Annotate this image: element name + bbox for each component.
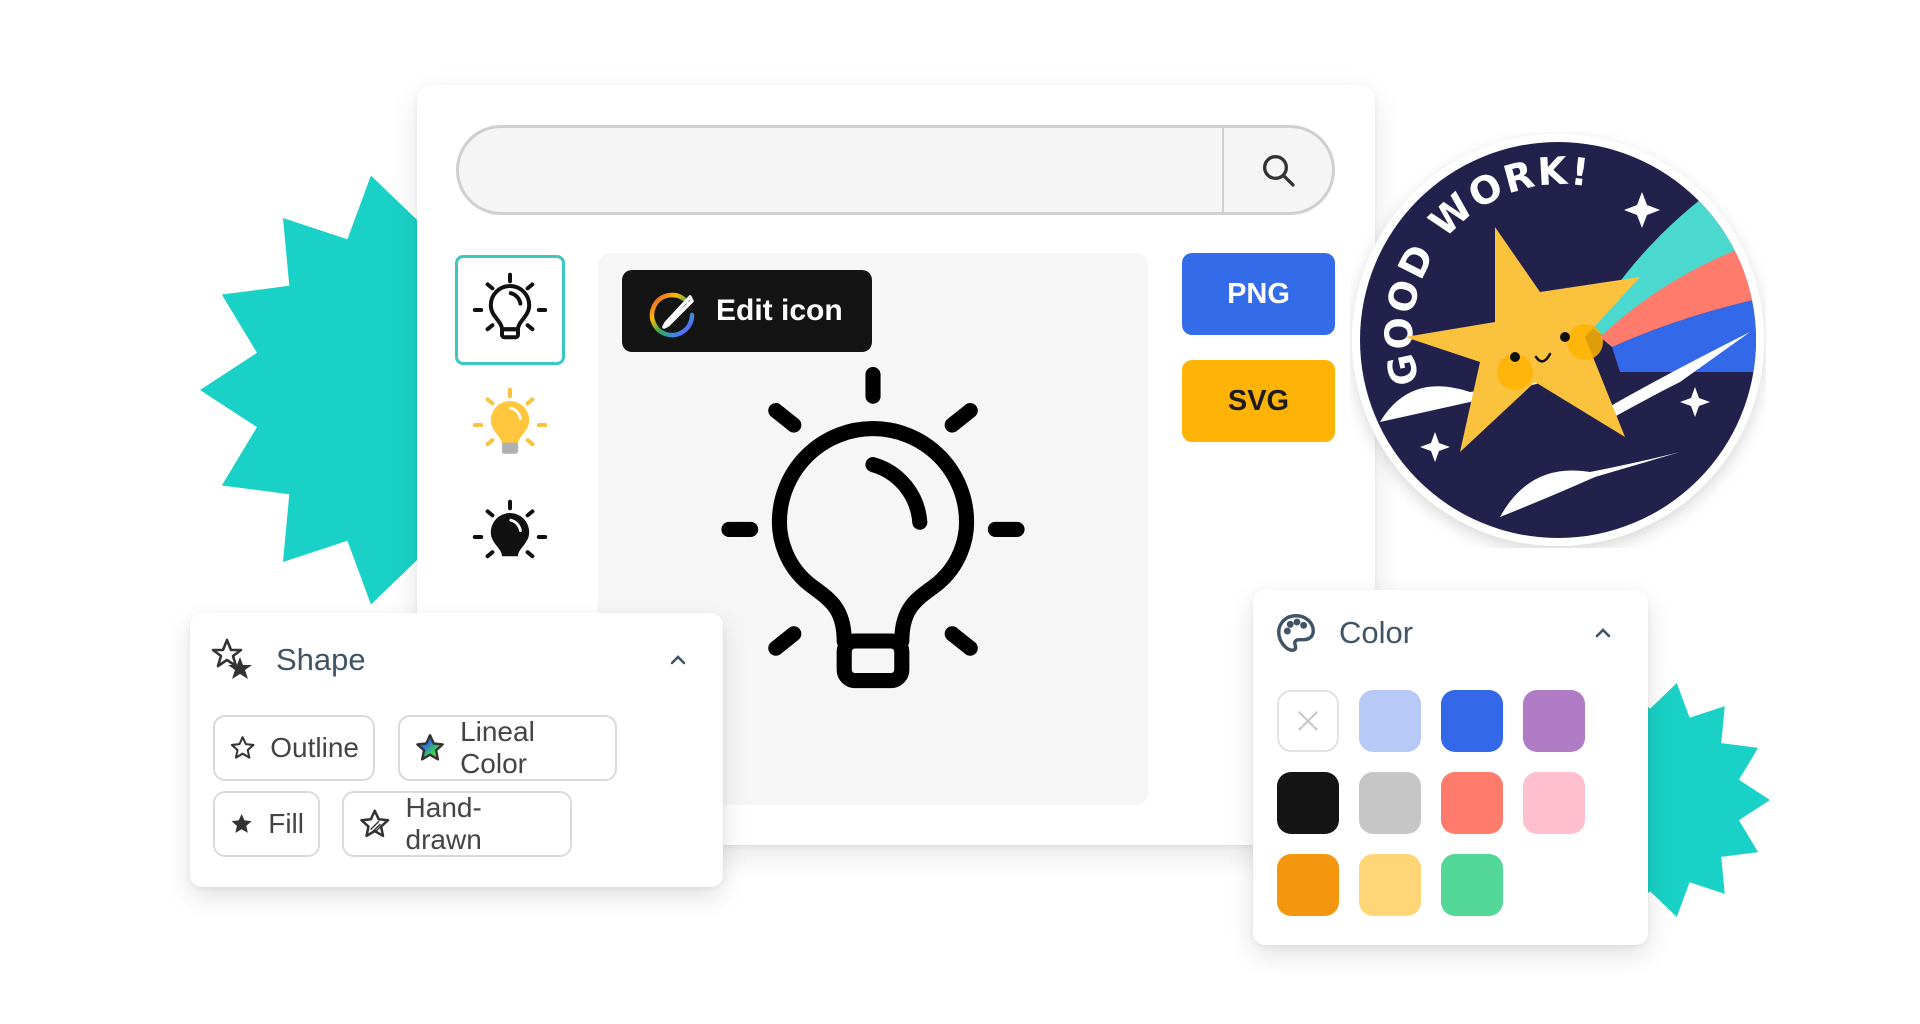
shape-option-lineal-color[interactable]: Lineal Color <box>398 715 617 781</box>
close-icon <box>1298 711 1318 731</box>
shape-option-outline[interactable]: Outline <box>213 715 375 781</box>
color-swatch-green[interactable] <box>1441 854 1503 916</box>
shape-option-label: Hand-drawn <box>405 792 482 855</box>
color-swatch-orange[interactable] <box>1277 854 1339 916</box>
stars-icon <box>211 638 252 679</box>
search-icon <box>1263 155 1295 187</box>
chevron-up-icon[interactable] <box>663 645 693 675</box>
lightbulb-color-icon <box>472 387 548 454</box>
lightbulb-icon <box>721 367 1025 689</box>
edit-icon-button[interactable]: Edit icon <box>622 270 872 352</box>
star-hand-drawn-icon <box>360 809 390 838</box>
color-swatch-light-blue[interactable] <box>1359 690 1421 752</box>
star-outline-icon <box>230 736 255 759</box>
icon-variant-outline[interactable] <box>455 255 565 365</box>
color-panel-title: Color <box>1339 615 1414 650</box>
icon-variant-fill[interactable] <box>455 485 565 560</box>
shape-option-fill[interactable]: Fill <box>213 791 320 857</box>
color-swatch-none[interactable] <box>1277 690 1339 752</box>
palette-icon <box>1277 614 1315 652</box>
png-label: PNG <box>1227 277 1290 310</box>
lightbulb-fill-icon <box>472 499 548 559</box>
color-swatch-black[interactable] <box>1277 772 1339 834</box>
color-swatch-light-yellow[interactable] <box>1359 854 1421 916</box>
search-bar <box>456 125 1335 215</box>
icon-variant-lineal-color[interactable] <box>455 370 565 480</box>
download-svg-button[interactable]: SVG <box>1182 360 1335 442</box>
color-swatch-purple[interactable] <box>1523 690 1585 752</box>
good-work-sticker: GOOD WORK! <box>1352 134 1764 546</box>
chevron-up-icon[interactable] <box>1588 618 1618 648</box>
shape-option-label: Outline <box>270 732 359 763</box>
star-lineal-color-icon <box>416 734 444 761</box>
shape-panel: Shape Outline Lineal Color Fill Hand-dra… <box>190 613 723 887</box>
color-panel: Color <box>1253 590 1648 945</box>
search-button[interactable] <box>1222 128 1332 212</box>
search-input[interactable] <box>459 128 1222 212</box>
color-swatch-blue[interactable] <box>1441 690 1503 752</box>
pencil-rainbow-ring-icon <box>649 292 695 338</box>
lightbulb-outline-icon <box>472 272 548 340</box>
svg-label: SVG <box>1227 384 1290 417</box>
shape-panel-header[interactable]: Shape <box>210 635 693 685</box>
edit-icon-label: Edit icon <box>716 294 843 327</box>
shape-option-label: Lineal Color <box>460 716 535 779</box>
star-fill-icon <box>231 814 252 833</box>
color-panel-header[interactable]: Color <box>1273 608 1618 658</box>
shape-panel-title: Shape <box>276 642 366 677</box>
download-png-button[interactable]: PNG <box>1182 253 1335 335</box>
shape-option-hand-drawn[interactable]: Hand-drawn <box>342 791 572 857</box>
color-swatch-gray[interactable] <box>1359 772 1421 834</box>
color-swatch-coral[interactable] <box>1441 772 1503 834</box>
shape-option-label: Fill <box>268 808 304 839</box>
color-swatch-pink[interactable] <box>1523 772 1585 834</box>
color-swatch-grid <box>1277 690 1585 916</box>
